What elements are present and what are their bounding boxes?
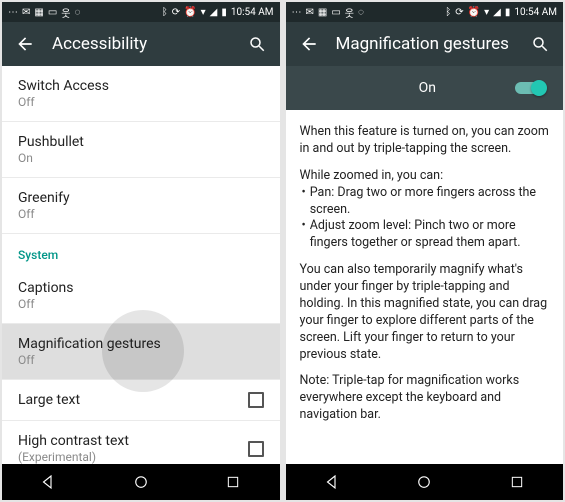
detail-intro: When this feature is turned on, you can … xyxy=(300,124,550,158)
list-item-large-text[interactable]: Large text xyxy=(2,380,280,421)
nav-home-button[interactable] xyxy=(404,470,444,494)
status-bar: ⋯ ✉ ▦ ▭ 웃 ◌ ᛒ ⟳ ⏰ ▾ ◢ ▮ 10:54 AM xyxy=(2,2,280,22)
more-icon: ⋯ xyxy=(8,7,18,18)
nav-back-button[interactable] xyxy=(28,470,68,494)
nav-home-button[interactable] xyxy=(121,470,161,494)
navigation-bar xyxy=(2,464,280,500)
battery-icon: ▮ xyxy=(221,7,227,18)
list-item-magnification-gestures[interactable]: Magnification gestures Off xyxy=(2,324,280,380)
nav-recent-button[interactable] xyxy=(213,470,253,494)
item-title: Switch Access xyxy=(18,78,109,94)
item-title: Captions xyxy=(18,280,74,296)
item-subtitle: (Experimental) xyxy=(18,450,129,464)
app-bar: Accessibility xyxy=(2,22,280,66)
detail-bullet: Pan: Drag two or more fingers across the… xyxy=(310,185,549,219)
item-subtitle: Off xyxy=(18,207,70,221)
detail-content[interactable]: When this feature is turned on, you can … xyxy=(286,110,564,464)
signal-icon: ◢ xyxy=(493,7,501,18)
list-item-pushbullet[interactable]: Pushbullet On xyxy=(2,122,280,178)
signal-icon: ◢ xyxy=(210,7,218,18)
status-time: 10:54 AM xyxy=(514,7,557,18)
screen-icon: ▭ xyxy=(48,7,57,18)
wifi-icon: ▾ xyxy=(484,7,489,18)
contacts-icon: 웃 xyxy=(345,5,354,20)
item-title: Pushbullet xyxy=(18,134,84,150)
detail-bullet: Adjust zoom level: Pinch two or more fin… xyxy=(310,218,549,252)
calendar-icon: ▦ xyxy=(34,7,43,18)
status-right-icons: ᛒ ⟳ ⏰ ▾ ◢ ▮ 10:54 AM xyxy=(162,7,274,18)
detail-temp: You can also temporarily magnify what's … xyxy=(300,262,550,363)
nav-recent-button[interactable] xyxy=(497,470,537,494)
section-header-system: System xyxy=(2,234,280,268)
detail-note: Note: Triple-tap for magnification works… xyxy=(300,373,550,424)
master-switch[interactable] xyxy=(513,79,547,97)
item-subtitle: On xyxy=(18,151,84,165)
screen-icon: ▭ xyxy=(331,7,340,18)
search-icon[interactable] xyxy=(246,33,268,55)
item-title: Large text xyxy=(18,392,80,408)
list-item-switch-access[interactable]: Switch Access Off xyxy=(2,66,280,122)
status-bar: ⋯ ✉ ▦ ▭ 웃 ◌ ᛒ ⟳ ⏰ ▾ ◢ ▮ 10:54 AM xyxy=(286,2,564,22)
item-title: Magnification gestures xyxy=(18,336,161,352)
phone-left: ⋯ ✉ ▦ ▭ 웃 ◌ ᛒ ⟳ ⏰ ▾ ◢ ▮ 10:54 AM Accessi… xyxy=(2,2,280,500)
mail-icon: ✉ xyxy=(306,7,314,18)
appbar-title: Magnification gestures xyxy=(336,34,514,54)
appbar-title: Accessibility xyxy=(52,34,230,54)
bluetooth-icon: ᛒ xyxy=(445,7,451,18)
status-left-icons: ⋯ ✉ ▦ ▭ 웃 ◌ xyxy=(8,5,80,20)
list-item-greenify[interactable]: Greenify Off xyxy=(2,178,280,234)
phone-right: ⋯ ✉ ▦ ▭ 웃 ◌ ᛒ ⟳ ⏰ ▾ ◢ ▮ 10:54 AM Magnifi… xyxy=(286,2,564,500)
detail-zoom-heading: While zoomed in, you can: xyxy=(300,168,550,185)
list-item-high-contrast[interactable]: High contrast text (Experimental) xyxy=(2,421,280,464)
calendar-icon: ▦ xyxy=(318,7,327,18)
list-item-captions[interactable]: Captions Off xyxy=(2,268,280,324)
status-time: 10:54 AM xyxy=(231,7,274,18)
mail-icon: ✉ xyxy=(22,7,30,18)
toggle-label: On xyxy=(302,80,514,96)
status-right-icons: ᛒ ⟳ ⏰ ▾ ◢ ▮ 10:54 AM xyxy=(445,7,557,18)
item-subtitle: Off xyxy=(18,297,74,311)
chat-icon: ◌ xyxy=(75,7,81,18)
navigation-bar xyxy=(286,464,564,500)
item-subtitle: Off xyxy=(18,353,161,367)
settings-list[interactable]: Switch Access Off Pushbullet On Greenify… xyxy=(2,66,280,464)
alarm-icon: ⏰ xyxy=(468,7,480,18)
chat-icon: ◌ xyxy=(358,7,364,18)
checkbox-large-text[interactable] xyxy=(248,392,264,408)
battery-icon: ▮ xyxy=(505,7,511,18)
bluetooth-icon: ᛒ xyxy=(162,7,168,18)
item-title: Greenify xyxy=(18,190,70,206)
item-title: High contrast text xyxy=(18,433,129,449)
alarm-icon: ⏰ xyxy=(184,7,196,18)
back-icon[interactable] xyxy=(14,33,36,55)
nav-back-button[interactable] xyxy=(312,470,352,494)
master-toggle-row[interactable]: On xyxy=(286,66,564,110)
back-icon[interactable] xyxy=(298,33,320,55)
search-icon[interactable] xyxy=(529,33,551,55)
item-subtitle: Off xyxy=(18,95,109,109)
more-icon: ⋯ xyxy=(292,7,302,18)
status-left-icons: ⋯ ✉ ▦ ▭ 웃 ◌ xyxy=(292,5,364,20)
app-bar: Magnification gestures xyxy=(286,22,564,66)
checkbox-high-contrast[interactable] xyxy=(248,441,264,457)
sync-icon: ⟳ xyxy=(172,7,180,18)
wifi-icon: ▾ xyxy=(201,7,206,18)
sync-icon: ⟳ xyxy=(455,7,463,18)
contacts-icon: 웃 xyxy=(61,5,70,20)
